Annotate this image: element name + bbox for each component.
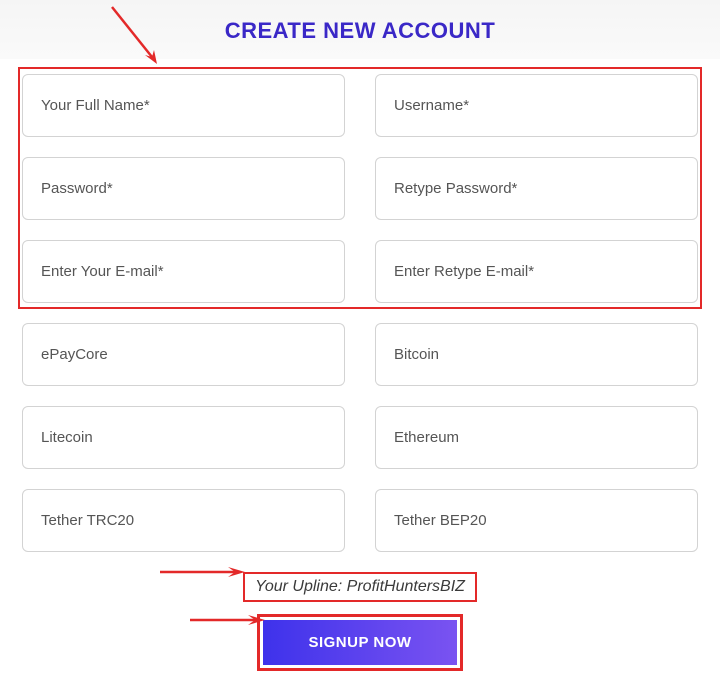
- ethereum-field[interactable]: [375, 406, 698, 469]
- page-title: CREATE NEW ACCOUNT: [0, 18, 720, 44]
- username-field[interactable]: [375, 74, 698, 137]
- retype-email-field[interactable]: [375, 240, 698, 303]
- row-payment-1: [22, 323, 698, 386]
- row-password: [22, 157, 698, 220]
- epaycore-field[interactable]: [22, 323, 345, 386]
- bottom-section: Your Upline: ProfitHuntersBIZ SIGNUP NOW: [22, 572, 698, 671]
- email-field[interactable]: [22, 240, 345, 303]
- signup-button[interactable]: SIGNUP NOW: [263, 620, 456, 665]
- litecoin-field[interactable]: [22, 406, 345, 469]
- form-container: Your Upline: ProfitHuntersBIZ SIGNUP NOW: [0, 59, 720, 686]
- fullname-field[interactable]: [22, 74, 345, 137]
- row-name-username: [22, 74, 698, 137]
- upline-highlight: Your Upline: ProfitHuntersBIZ: [243, 572, 477, 602]
- row-payment-2: [22, 406, 698, 469]
- retype-password-field[interactable]: [375, 157, 698, 220]
- tether-trc20-field[interactable]: [22, 489, 345, 552]
- upline-text: Your Upline: ProfitHuntersBIZ: [255, 578, 465, 595]
- bitcoin-field[interactable]: [375, 323, 698, 386]
- signup-highlight: SIGNUP NOW: [257, 614, 462, 671]
- page-header: CREATE NEW ACCOUNT: [0, 0, 720, 59]
- row-email: [22, 240, 698, 303]
- tether-bep20-field[interactable]: [375, 489, 698, 552]
- password-field[interactable]: [22, 157, 345, 220]
- row-payment-3: [22, 489, 698, 552]
